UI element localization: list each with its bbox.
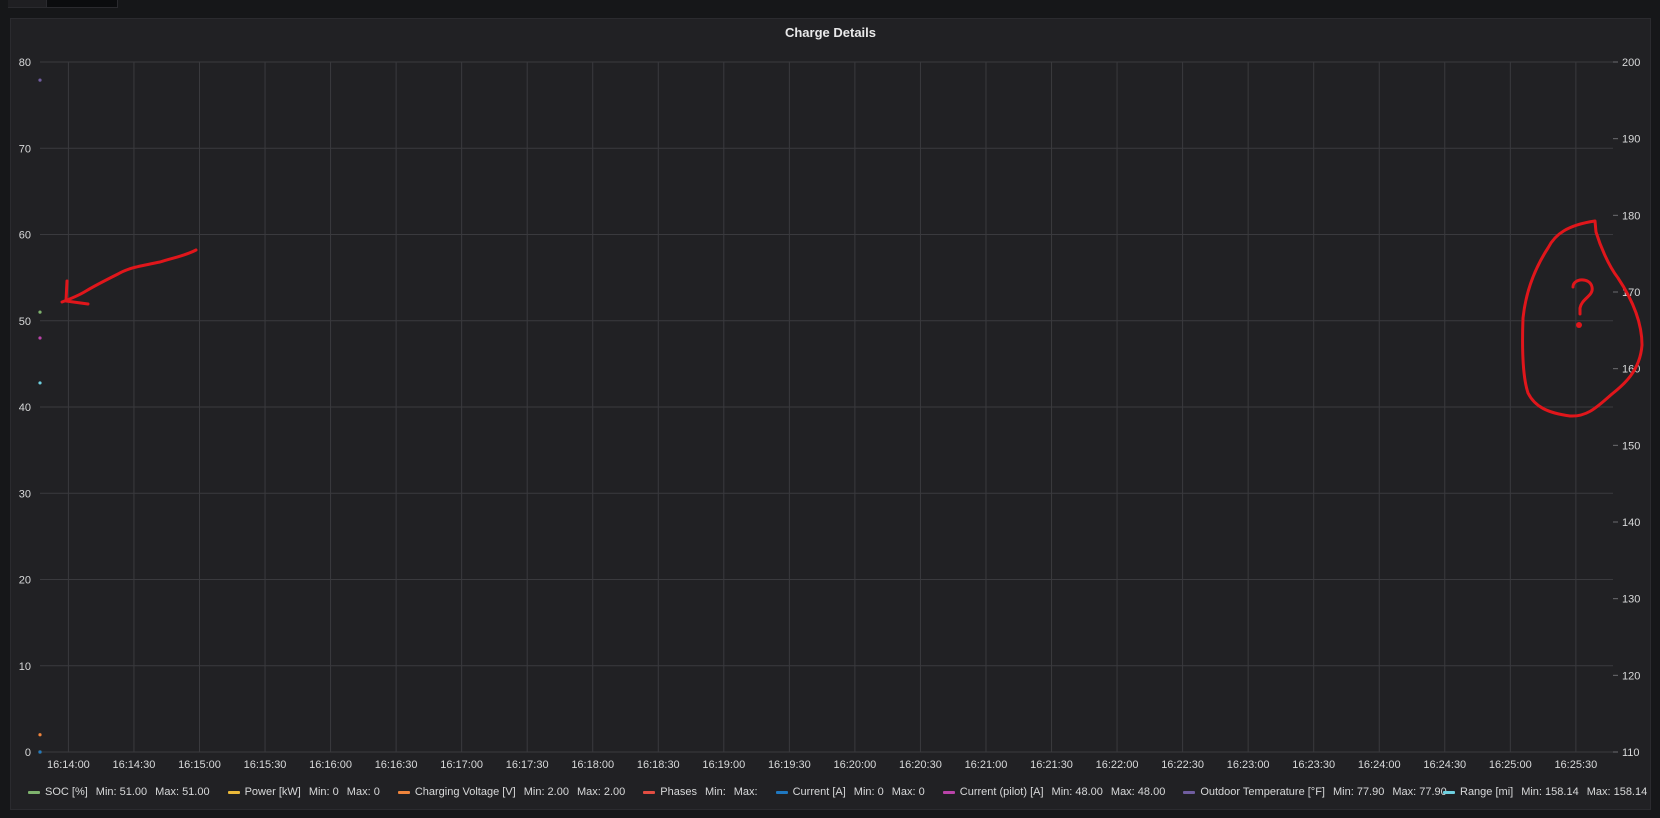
x-tick-label: 16:22:30: [1161, 759, 1204, 771]
annotation-circle: [1521, 219, 1644, 418]
y-left-tick-label: 50: [19, 316, 31, 328]
y-right-tick-label: 180: [1622, 210, 1640, 222]
legend-swatch: [1443, 790, 1455, 794]
legend-max: Max: 51.00: [155, 786, 210, 798]
chart-svg: 0102030405060708011012013014015016017018…: [19, 57, 1644, 771]
x-tick-label: 16:24:00: [1358, 759, 1401, 771]
y-right-tick-label: 110: [1622, 747, 1640, 759]
legend-swatch: [942, 790, 955, 794]
legend-max: Max: 0: [346, 786, 380, 798]
legend-min: Min: 51.00: [95, 786, 148, 798]
y-left-tick-label: 70: [19, 143, 31, 155]
data-point[interactable]: [38, 750, 42, 754]
legend-swatch: [643, 790, 656, 794]
y-left-tick-label: 30: [19, 488, 31, 500]
x-tick-label: 16:20:30: [899, 759, 942, 771]
x-tick-label: 16:21:30: [1030, 759, 1073, 771]
x-tick-label: 16:21:00: [965, 759, 1008, 771]
data-point[interactable]: [38, 78, 42, 82]
y-left-tick-label: 60: [19, 230, 31, 242]
y-right-tick-label: 150: [1622, 440, 1640, 452]
data-point[interactable]: [38, 310, 42, 314]
legend-min: Min: 77.90: [1332, 786, 1385, 798]
legend-min: Min: 2.00: [523, 786, 569, 798]
y-right-tick-label: 200: [1622, 57, 1640, 69]
x-tick-label: 16:18:30: [637, 759, 680, 771]
y-right-tick-label: 130: [1622, 594, 1640, 606]
x-tick-label: 16:15:30: [244, 759, 287, 771]
y-left-tick-label: 80: [19, 57, 31, 69]
legend-series-name: Outdoor Temperature [°F]: [1200, 786, 1325, 798]
annotation-arrow-shaft: [60, 248, 198, 304]
legend-series-name: Range [mi]: [1460, 786, 1514, 798]
legend-min: Min: 48.00: [1051, 786, 1103, 798]
legend-item[interactable]: SOC [%] Min: 51.00 Max: 51.00: [28, 786, 218, 798]
x-tick-label: 16:24:30: [1423, 759, 1466, 771]
x-tick-label: 16:22:00: [1096, 759, 1139, 771]
x-tick-label: 16:25:30: [1554, 759, 1597, 771]
x-tick-label: 16:17:00: [440, 759, 483, 771]
legend-min: Min: 0: [308, 786, 339, 798]
x-tick-label: 16:19:30: [768, 759, 811, 771]
data-point[interactable]: [38, 733, 42, 737]
legend-max: Max: 48.00: [1110, 786, 1166, 798]
legend-item[interactable]: Phases Min: Max:: [643, 786, 765, 798]
x-tick-label: 16:14:00: [47, 759, 90, 771]
legend-swatch: [1183, 790, 1196, 794]
data-point[interactable]: [38, 336, 42, 340]
legend-item[interactable]: Charging Voltage [V] Min: 2.00 Max: 2.00: [397, 786, 633, 798]
legend-swatch: [397, 790, 410, 794]
x-tick-label: 16:17:30: [506, 759, 549, 771]
x-tick-label: 16:23:00: [1227, 759, 1270, 771]
legend-swatch: [775, 790, 788, 794]
y-left-tick-label: 0: [25, 747, 31, 759]
x-tick-label: 16:25:00: [1489, 759, 1532, 771]
legend-max: Max: 0: [891, 786, 925, 798]
x-tick-label: 16:23:30: [1292, 759, 1335, 771]
x-tick-label: 16:14:30: [113, 759, 156, 771]
legend-series-name: Current (pilot) [A]: [959, 786, 1044, 798]
annotation-question-dot: [1576, 322, 1582, 328]
y-left-tick-label: 40: [19, 402, 31, 414]
x-tick-label: 16:20:00: [833, 759, 876, 771]
legend-swatch: [28, 790, 40, 794]
legend-item[interactable]: Range [mi] Min: 158.14 Max: 158.14: [1443, 786, 1655, 798]
legend-item[interactable]: Current (pilot) [A] Min: 48.00 Max: 48.00: [942, 786, 1174, 798]
legend-item[interactable]: Current [A] Min: 0 Max: 0: [775, 786, 933, 798]
x-tick-label: 16:16:00: [309, 759, 352, 771]
legend-series-name: Phases: [660, 786, 697, 798]
legend-series-name: SOC [%]: [45, 786, 88, 798]
y-left-tick-label: 20: [19, 575, 31, 587]
legend-swatch: [227, 790, 240, 794]
legend-max: Max: 77.90: [1392, 786, 1447, 798]
legend-max: Max:: [733, 786, 758, 798]
legend-min: Min: 158.14: [1521, 786, 1579, 798]
x-tick-label: 16:15:00: [178, 759, 221, 771]
legend-right: Range [mi] Min: 158.14 Max: 158.14: [1443, 784, 1660, 800]
legend-item[interactable]: Outdoor Temperature [°F] Min: 77.90 Max: 7…: [1183, 786, 1454, 798]
y-right-tick-label: 190: [1622, 134, 1640, 146]
legend-series-name: Charging Voltage [V]: [414, 786, 516, 798]
legend-series-name: Power [kW]: [244, 786, 301, 798]
legend-item[interactable]: Power [kW] Min: 0 Max: 0: [227, 786, 388, 798]
x-tick-label: 16:19:00: [702, 759, 745, 771]
y-left-tick-label: 10: [19, 661, 31, 673]
legend-min: Min:: [704, 786, 726, 798]
y-right-tick-label: 140: [1622, 517, 1640, 529]
legend-max: Max: 158.14: [1586, 786, 1648, 798]
legend-series-name: Current [A]: [792, 786, 846, 798]
y-right-tick-label: 120: [1622, 670, 1640, 682]
legend-left: SOC [%] Min: 51.00 Max: 51.00 Power [kW] Min…: [28, 784, 1465, 800]
x-tick-label: 16:18:00: [571, 759, 614, 771]
legend-max: Max: 2.00: [576, 786, 626, 798]
x-tick-label: 16:16:30: [375, 759, 418, 771]
data-point[interactable]: [38, 381, 42, 385]
legend-min: Min: 0: [853, 786, 884, 798]
